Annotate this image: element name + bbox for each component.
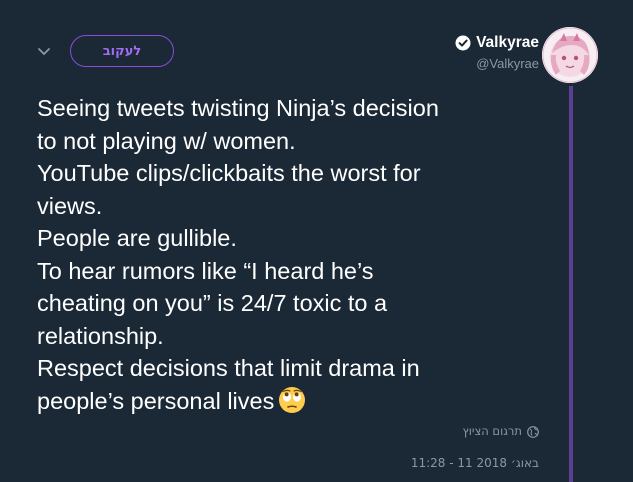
thread-line xyxy=(569,86,573,482)
rolling-eyes-emoji-icon xyxy=(278,386,306,414)
follow-button[interactable]: לעקוב xyxy=(70,35,174,67)
author-handle[interactable]: @Valkyrae xyxy=(455,56,539,71)
tweet-line: views. xyxy=(37,192,103,219)
author-info: Valkyrae @Valkyrae xyxy=(455,34,539,71)
translate-label: תרגום הציוץ xyxy=(462,424,522,438)
tweet-line-last: people’s personal lives xyxy=(37,385,507,418)
chevron-down-icon[interactable] xyxy=(36,44,52,60)
tweet-timestamp[interactable]: 11:28 - 11 באוג׳ 2018 xyxy=(411,456,539,470)
avatar[interactable] xyxy=(542,27,598,83)
author-name[interactable]: Valkyrae xyxy=(476,34,539,52)
tweet-line: Respect decisions that limit drama in xyxy=(37,355,420,381)
globe-icon xyxy=(527,425,539,438)
translate-tweet-link[interactable]: תרגום הציוץ xyxy=(463,424,539,438)
verified-badge-icon xyxy=(455,35,471,51)
tweet-line: People are gullible. xyxy=(37,225,237,251)
tweet-card: לעקוב Valkyrae @Valkyrae Seeing tweets t… xyxy=(0,0,633,482)
tweet-line: relationship. xyxy=(37,322,164,349)
tweet-line: to not playing w/ women. xyxy=(37,127,296,154)
tweet-text: Seeing tweets twisting Ninja’s decision … xyxy=(37,92,507,417)
tweet-line: YouTube clips/clickbaits the worst for xyxy=(37,160,421,186)
tweet-line: cheating on you” is 24/7 toxic to a xyxy=(37,290,388,316)
tweet-line: To hear rumors like “I heard he’s xyxy=(37,257,374,284)
tweet-line: Seeing tweets twisting Ninja’s decision xyxy=(37,95,439,121)
tweet-line-text: people’s personal lives xyxy=(37,387,275,414)
